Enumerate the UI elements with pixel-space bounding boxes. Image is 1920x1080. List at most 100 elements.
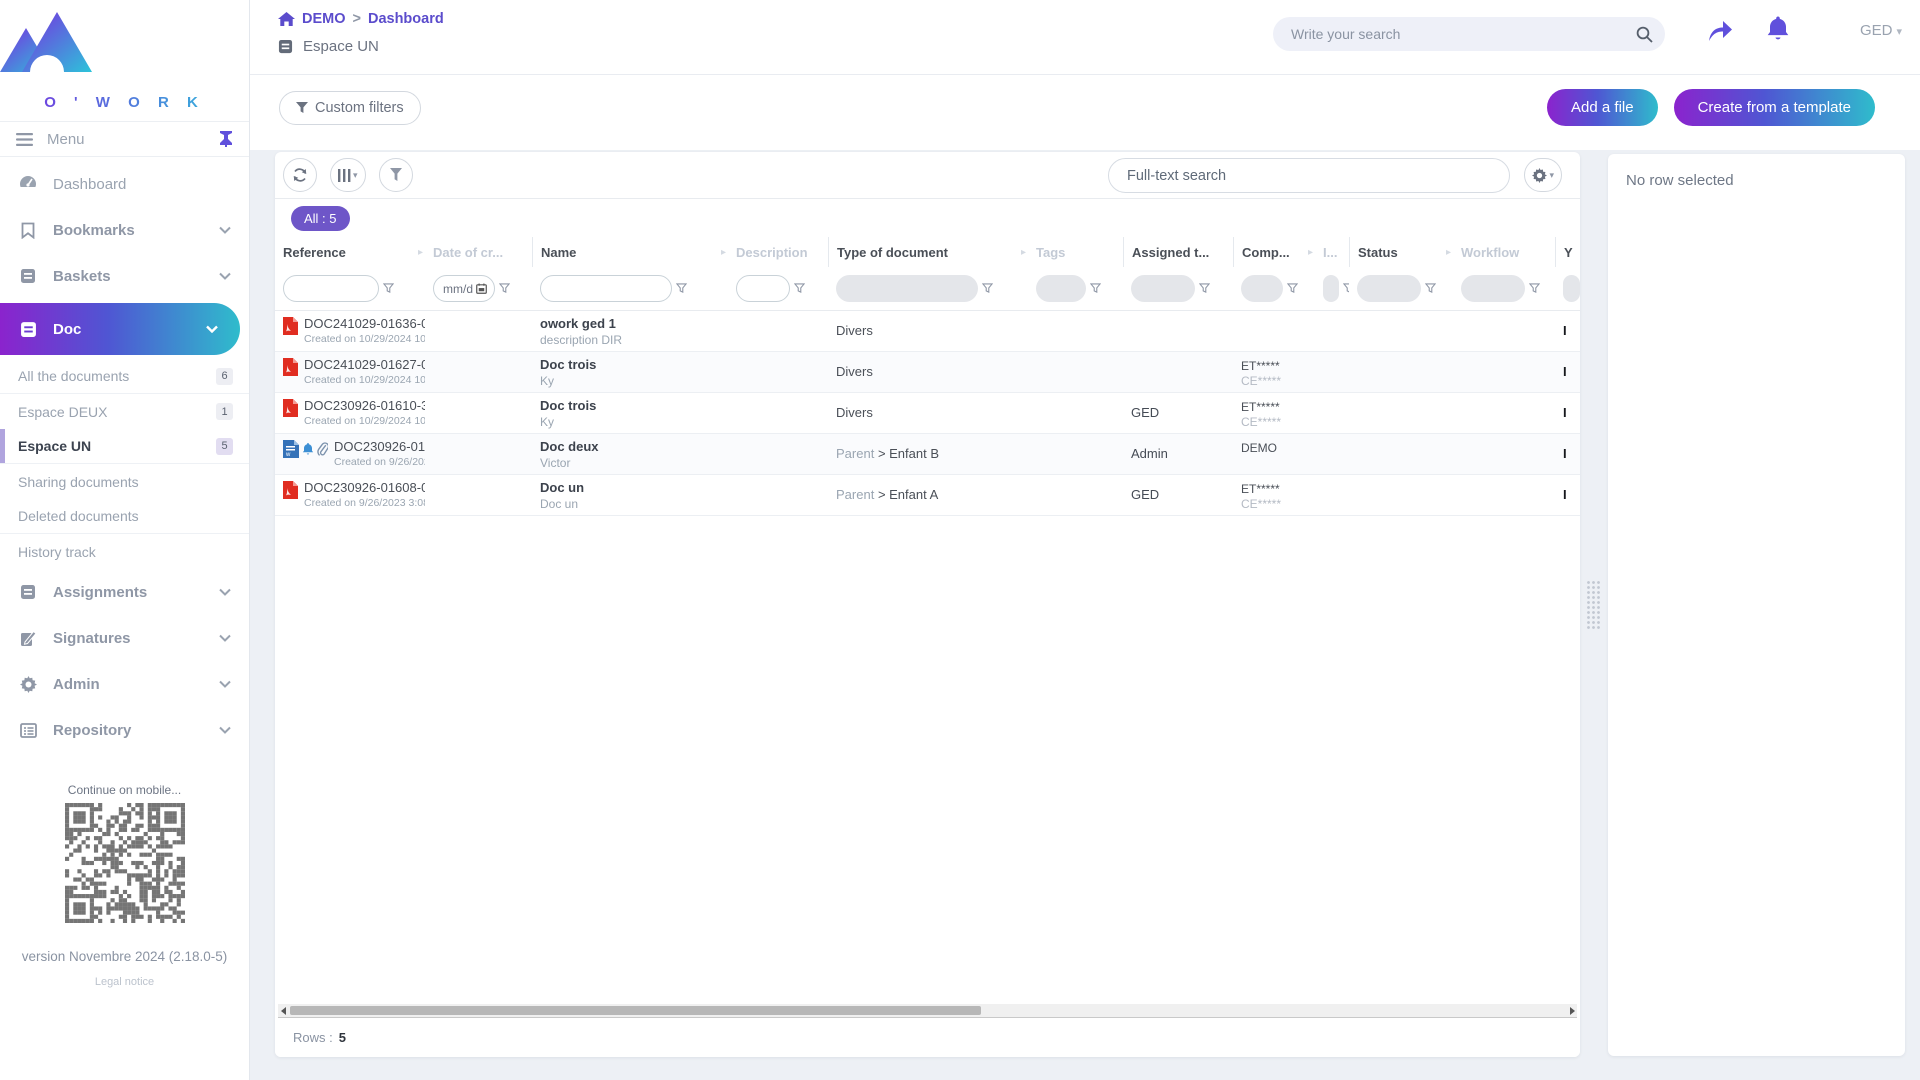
- sidebar-item-sharing-documents[interactable]: Sharing documents: [0, 464, 249, 499]
- legal-notice-link[interactable]: Legal notice: [0, 976, 249, 988]
- i-filter-input[interactable]: [1323, 275, 1339, 302]
- sidebar-item-baskets[interactable]: Baskets: [0, 253, 249, 299]
- column-header-status[interactable]: Status▸: [1349, 237, 1453, 267]
- panel-resize-handle[interactable]: [1586, 580, 1600, 630]
- expand-column-icon[interactable]: ▸: [721, 247, 726, 258]
- sidebar-item-bookmarks[interactable]: Bookmarks: [0, 207, 249, 253]
- column-header-reference[interactable]: Reference▸: [275, 237, 425, 267]
- column-header-y[interactable]: Y: [1555, 237, 1580, 267]
- assigned-filter-input[interactable]: [1131, 275, 1195, 302]
- document-name: Doc un: [540, 480, 724, 495]
- fulltext-search-input[interactable]: [1127, 168, 1491, 184]
- filter-button[interactable]: [379, 158, 413, 192]
- column-header-i[interactable]: I...: [1315, 237, 1349, 267]
- scrollbar-thumb[interactable]: [290, 1006, 981, 1015]
- column-header-date[interactable]: Date of cr...: [425, 237, 532, 267]
- add-file-button[interactable]: Add a file: [1547, 89, 1658, 126]
- document-created: Created on 10/29/2024 10:24:21 PM: [304, 374, 425, 386]
- description-filter-input[interactable]: [736, 275, 790, 302]
- scroll-left-arrow[interactable]: [278, 1004, 288, 1017]
- app-logo[interactable]: O ' W O R K: [0, 0, 249, 111]
- funnel-icon[interactable]: [1199, 283, 1210, 294]
- table-row[interactable]: DOC241029-01627-0 Created on 10/29/2024 …: [275, 352, 1580, 393]
- calendar-icon[interactable]: [476, 283, 487, 294]
- sidebar-item-assignments[interactable]: Assignments: [0, 569, 249, 615]
- sidebar-item-admin[interactable]: Admin: [0, 661, 249, 707]
- date-filter-input[interactable]: mm/d: [433, 275, 495, 302]
- column-header-type[interactable]: Type of document▸: [828, 237, 1028, 267]
- sidebar-item-repository[interactable]: Repository: [0, 707, 249, 753]
- filter-chip-all[interactable]: All : 5: [291, 206, 350, 231]
- workflow-filter-input[interactable]: [1461, 275, 1525, 302]
- expand-column-icon[interactable]: ▸: [1446, 247, 1451, 258]
- share-icon[interactable]: [1705, 16, 1735, 42]
- breadcrumb-current[interactable]: Dashboard: [368, 11, 444, 27]
- profile-menu[interactable]: GED▾: [1860, 22, 1902, 39]
- column-header-description[interactable]: Description: [728, 237, 828, 267]
- reference-filter-input[interactable]: [283, 275, 379, 302]
- sidebar-item-deleted-documents[interactable]: Deleted documents: [0, 499, 249, 534]
- column-header-tags[interactable]: Tags: [1028, 237, 1123, 267]
- global-search-input[interactable]: [1291, 26, 1636, 42]
- table-row[interactable]: w DOC230926-01609-0 Created on 9/26/2023…: [275, 434, 1580, 475]
- name-filter-input[interactable]: [540, 275, 672, 302]
- funnel-icon[interactable]: [1090, 283, 1101, 294]
- sidebar-item-doc[interactable]: Doc: [0, 303, 240, 355]
- search-icon[interactable]: [1636, 26, 1653, 43]
- global-search[interactable]: [1273, 17, 1665, 51]
- bell-icon[interactable]: [1766, 15, 1790, 42]
- funnel-icon: [296, 102, 308, 114]
- status-filter-input[interactable]: [1357, 275, 1421, 302]
- rows-label: Rows :: [293, 1030, 333, 1045]
- column-header-name[interactable]: Name▸: [532, 237, 728, 267]
- refresh-button[interactable]: [283, 158, 317, 192]
- table-settings-button[interactable]: ▾: [1524, 158, 1562, 192]
- funnel-icon[interactable]: [982, 283, 993, 294]
- document-type-parent: Parent: [836, 487, 874, 502]
- truncated-cell-text: I: [1563, 446, 1568, 461]
- funnel-icon[interactable]: [499, 283, 510, 294]
- expand-column-icon[interactable]: ▸: [418, 247, 423, 258]
- sidebar-item-all-documents[interactable]: All the documents 6: [0, 359, 249, 394]
- table-row[interactable]: DOC241029-01636-0 Created on 10/29/2024 …: [275, 311, 1580, 352]
- scrollbar-track[interactable]: [288, 1004, 1567, 1017]
- menu-label: Menu: [47, 131, 85, 148]
- funnel-icon[interactable]: [676, 283, 687, 294]
- sidebar-item-espace-deux[interactable]: Espace DEUX 1: [0, 394, 249, 429]
- company-filter-input[interactable]: [1241, 275, 1283, 302]
- menu-toggle-row[interactable]: Menu: [0, 121, 249, 157]
- funnel-icon[interactable]: [794, 283, 805, 294]
- funnel-icon[interactable]: [383, 283, 394, 294]
- funnel-icon[interactable]: [1529, 283, 1540, 294]
- type-filter-input[interactable]: [836, 275, 978, 302]
- scroll-right-arrow[interactable]: [1567, 1004, 1577, 1017]
- column-header-workflow[interactable]: Workflow: [1453, 237, 1555, 267]
- fulltext-search[interactable]: [1108, 158, 1510, 193]
- create-from-template-button[interactable]: Create from a template: [1674, 89, 1875, 126]
- breadcrumb-separator: >: [353, 11, 361, 27]
- y-filter-input[interactable]: [1563, 275, 1580, 302]
- sidebar-item-history-track[interactable]: History track: [0, 534, 249, 569]
- home-icon[interactable]: [278, 12, 295, 27]
- hamburger-icon[interactable]: [16, 133, 33, 146]
- sidebar-item-espace-un[interactable]: Espace UN 5: [0, 429, 249, 464]
- breadcrumb-root[interactable]: DEMO: [302, 11, 346, 27]
- columns-button[interactable]: ▾: [330, 158, 366, 192]
- sidebar-item-signatures[interactable]: Signatures: [0, 615, 249, 661]
- expand-column-icon[interactable]: ▸: [1021, 247, 1026, 258]
- pin-sidebar-icon[interactable]: [219, 131, 233, 147]
- table-row[interactable]: DOC230926-01608-0 Created on 9/26/2023 3…: [275, 475, 1580, 516]
- table-row[interactable]: DOC230926-01610-3 Created on 10/29/2024 …: [275, 393, 1580, 434]
- tags-filter-input[interactable]: [1036, 275, 1086, 302]
- funnel-icon[interactable]: [1425, 283, 1436, 294]
- expand-column-icon[interactable]: ▸: [1308, 247, 1313, 258]
- custom-filters-button[interactable]: Custom filters: [279, 91, 421, 125]
- horizontal-scrollbar[interactable]: [278, 1004, 1577, 1018]
- document-description: Ky: [540, 415, 724, 429]
- sub-item-label: Sharing documents: [18, 474, 139, 490]
- sidebar-item-dashboard[interactable]: Dashboard: [0, 161, 249, 207]
- doc-book-icon: [18, 321, 38, 338]
- column-header-assigned[interactable]: Assigned t...: [1123, 237, 1233, 267]
- column-header-company[interactable]: Comp...▸: [1233, 237, 1315, 267]
- funnel-icon[interactable]: [1287, 283, 1298, 294]
